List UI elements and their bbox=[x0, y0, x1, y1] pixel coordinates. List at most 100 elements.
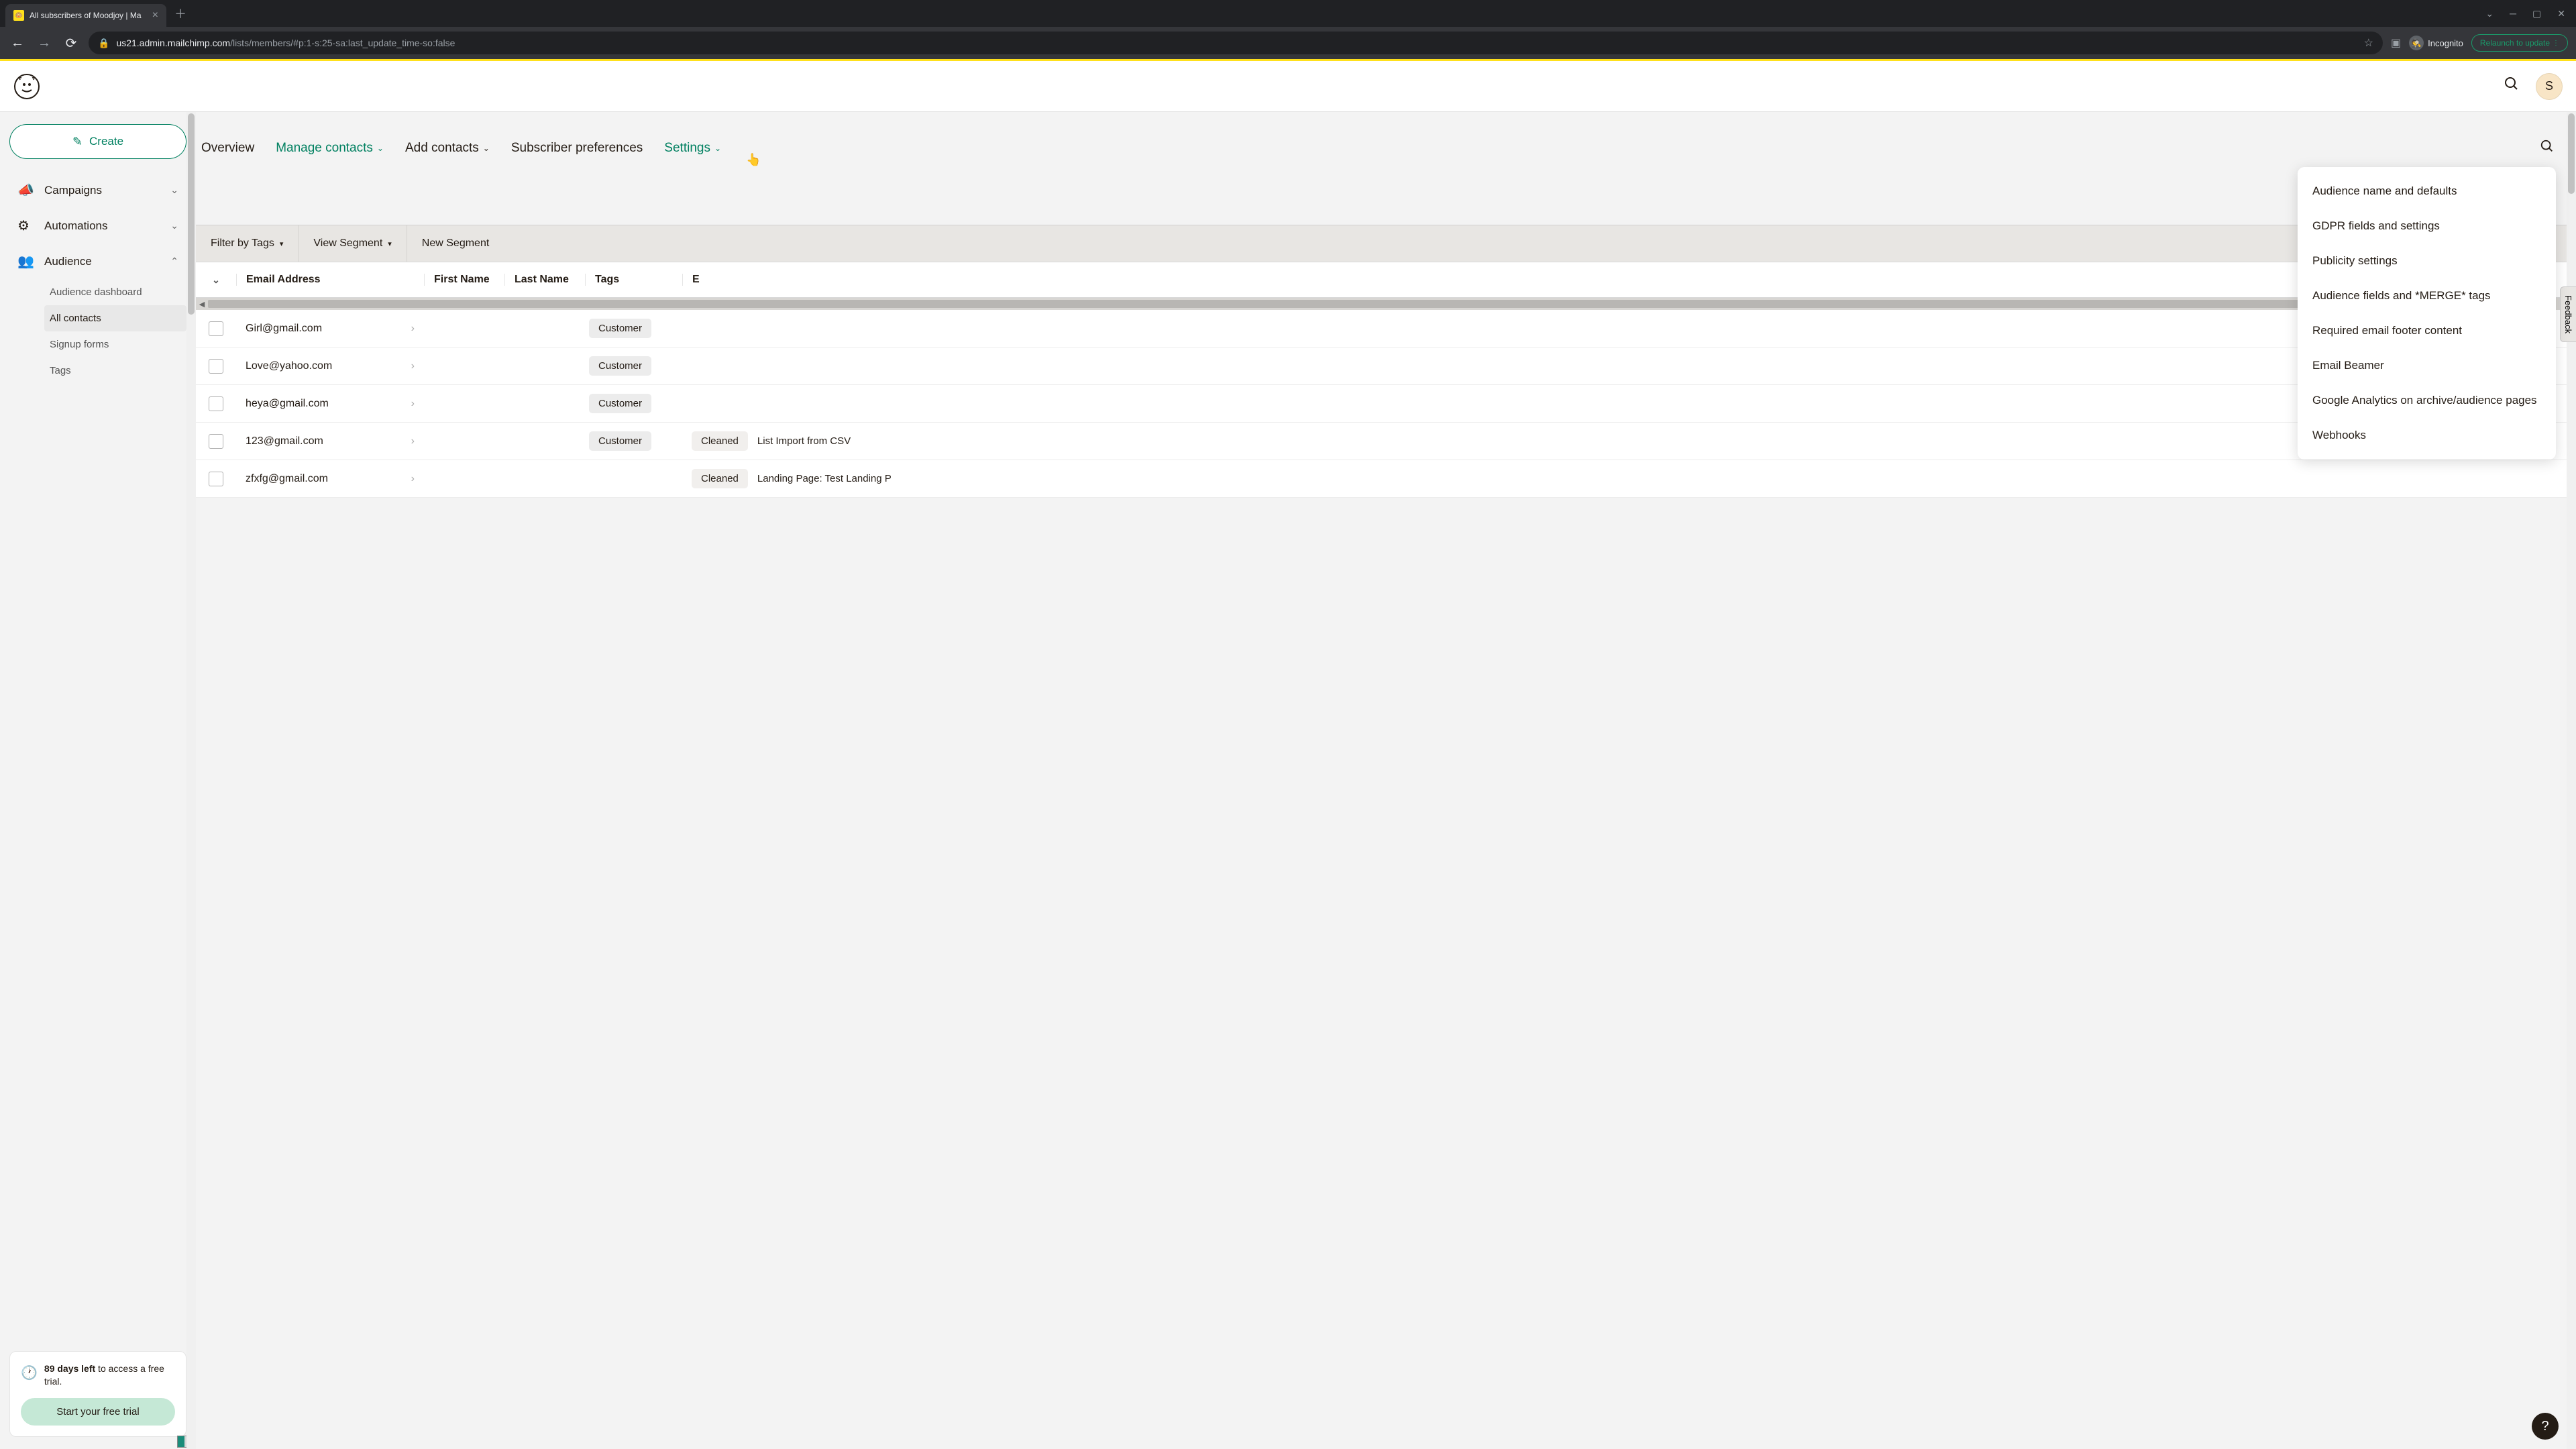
dropdown-analytics[interactable]: Google Analytics on archive/audience pag… bbox=[2298, 383, 2556, 418]
column-e[interactable]: E bbox=[682, 274, 696, 286]
pencil-icon: ✎ bbox=[72, 135, 83, 149]
filter-bar: Filter by Tags ▾ View Segment ▾ New Segm… bbox=[196, 225, 2576, 262]
tab-add-contacts[interactable]: Add contacts ⌄ bbox=[405, 141, 490, 156]
chevron-down-icon: ⌄ bbox=[170, 220, 178, 231]
table-row[interactable]: 123@gmail.com›CustomerCleanedList Import… bbox=[196, 423, 2576, 460]
tag-pill: Customer bbox=[589, 356, 651, 376]
chevron-right-icon[interactable]: › bbox=[411, 360, 415, 372]
dropdown-gdpr[interactable]: GDPR fields and settings bbox=[2298, 209, 2556, 244]
column-first-name[interactable]: First Name bbox=[424, 274, 504, 286]
relaunch-button[interactable]: Relaunch to update ⋮ bbox=[2471, 34, 2568, 52]
url-text: us21.admin.mailchimp.com/lists/members/#… bbox=[116, 38, 455, 48]
main-content: Overview Manage contacts ⌄ Add contacts … bbox=[196, 112, 2576, 1449]
settings-dropdown: Audience name and defaults GDPR fields a… bbox=[2298, 167, 2556, 460]
audience-subnav: Audience dashboard All contacts Signup f… bbox=[9, 279, 186, 384]
column-email[interactable]: Email Address bbox=[236, 274, 424, 286]
row-email-text: 123@gmail.com bbox=[246, 435, 323, 447]
scrollbar-thumb[interactable] bbox=[208, 300, 2308, 308]
tag-pill: Customer bbox=[589, 394, 651, 413]
dropdown-publicity[interactable]: Publicity settings bbox=[2298, 244, 2556, 278]
lock-icon: 🔒 bbox=[98, 38, 109, 49]
new-tab-button[interactable]: ＋ bbox=[174, 5, 186, 22]
back-button[interactable]: ← bbox=[8, 36, 27, 51]
maximize-icon[interactable]: ▢ bbox=[2532, 8, 2541, 19]
search-icon[interactable] bbox=[2540, 139, 2555, 158]
dropdown-merge-tags[interactable]: Audience fields and *MERGE* tags bbox=[2298, 278, 2556, 313]
table-row[interactable]: Love@yahoo.com › Customer bbox=[196, 347, 2576, 385]
sidebar-item-label: Audience bbox=[44, 255, 92, 268]
tab-manage-contacts[interactable]: Manage contacts ⌄ bbox=[276, 141, 384, 156]
row-checkbox[interactable] bbox=[209, 434, 223, 449]
row-email-text: Girl@gmail.com bbox=[246, 323, 322, 335]
table-row[interactable]: zfxfg@gmail.com›CleanedLanding Page: Tes… bbox=[196, 460, 2576, 498]
row-checkbox[interactable] bbox=[209, 472, 223, 486]
scroll-left-icon[interactable]: ◀ bbox=[196, 300, 208, 309]
new-segment-button[interactable]: New Segment bbox=[407, 225, 504, 262]
chevron-down-icon: ⌄ bbox=[483, 144, 490, 153]
dropdown-footer[interactable]: Required email footer content bbox=[2298, 313, 2556, 348]
search-icon[interactable] bbox=[2504, 76, 2520, 97]
subnav-tags[interactable]: Tags bbox=[44, 358, 186, 384]
bookmark-star-icon[interactable]: ☆ bbox=[2364, 36, 2373, 50]
extensions-icon[interactable]: ▣ bbox=[2391, 36, 2401, 50]
avatar[interactable]: S bbox=[2536, 73, 2563, 100]
url-bar[interactable]: 🔒 us21.admin.mailchimp.com/lists/members… bbox=[89, 32, 2383, 54]
reload-button[interactable]: ⟳ bbox=[62, 35, 80, 52]
close-tab-icon[interactable]: × bbox=[152, 9, 158, 21]
column-last-name[interactable]: Last Name bbox=[504, 274, 585, 286]
incognito-icon: 🕵 bbox=[2409, 36, 2424, 50]
subnav-signup-forms[interactable]: Signup forms bbox=[44, 331, 186, 358]
trial-text: 89 days left to access a free trial. bbox=[44, 1362, 175, 1389]
sidebar-scrollbar[interactable] bbox=[186, 112, 196, 1449]
trial-promo-box: 🕐 89 days left to access a free trial. S… bbox=[9, 1351, 186, 1437]
subnav-all-contacts[interactable]: All contacts bbox=[44, 305, 186, 331]
chevron-right-icon[interactable]: › bbox=[411, 398, 415, 410]
megaphone-icon: 📣 bbox=[17, 182, 35, 199]
table-row[interactable]: Girl@gmail.com › Customer bbox=[196, 310, 2576, 347]
sidebar-item-audience[interactable]: 👥 Audience ⌃ bbox=[9, 244, 186, 279]
scrollbar-thumb[interactable] bbox=[188, 113, 195, 315]
horizontal-scrollbar[interactable]: ◀ bbox=[196, 298, 2576, 310]
row-extra-text: List Import from CSV bbox=[757, 435, 851, 447]
browser-tab[interactable]: 🐵 All subscribers of Moodjoy | Ma × bbox=[5, 4, 166, 27]
dropdown-webhooks[interactable]: Webhooks bbox=[2298, 418, 2556, 453]
minimize-icon[interactable]: ─ bbox=[2510, 8, 2516, 19]
feedback-tab[interactable]: Feedback bbox=[2560, 286, 2576, 342]
sidebar-item-automations[interactable]: ⚙ Automations ⌄ bbox=[9, 208, 186, 244]
view-segment-button[interactable]: View Segment ▾ bbox=[299, 225, 407, 262]
sidebar-item-campaigns[interactable]: 📣 Campaigns ⌄ bbox=[9, 172, 186, 208]
tag-pill: Customer bbox=[589, 319, 651, 338]
tab-subscriber-preferences[interactable]: Subscriber preferences bbox=[511, 141, 643, 156]
forward-button[interactable]: → bbox=[35, 36, 54, 51]
chevron-right-icon[interactable]: › bbox=[411, 435, 415, 447]
browser-toolbar: ← → ⟳ 🔒 us21.admin.mailchimp.com/lists/m… bbox=[0, 27, 2576, 59]
row-checkbox[interactable] bbox=[209, 396, 223, 411]
automation-icon: ⚙ bbox=[17, 217, 35, 234]
column-tags[interactable]: Tags bbox=[585, 274, 682, 286]
tab-search-icon[interactable]: ⌄ bbox=[2485, 8, 2493, 19]
scrollbar-thumb[interactable] bbox=[2568, 113, 2575, 194]
dropdown-audience-defaults[interactable]: Audience name and defaults bbox=[2298, 174, 2556, 209]
row-checkbox[interactable] bbox=[209, 321, 223, 336]
tab-overview[interactable]: Overview bbox=[201, 141, 254, 156]
tab-settings[interactable]: Settings ⌄ bbox=[664, 141, 721, 156]
close-window-icon[interactable]: ✕ bbox=[2557, 8, 2565, 19]
mailchimp-logo[interactable] bbox=[13, 73, 40, 100]
chevron-right-icon[interactable]: › bbox=[411, 473, 415, 485]
row-checkbox[interactable] bbox=[209, 359, 223, 374]
chevron-down-icon: ▾ bbox=[280, 239, 284, 248]
create-button[interactable]: ✎ Create bbox=[9, 124, 186, 159]
help-button[interactable]: ? bbox=[2532, 1413, 2559, 1440]
tag-pill: Customer bbox=[589, 431, 651, 451]
filter-by-tags-button[interactable]: Filter by Tags ▾ bbox=[196, 225, 299, 262]
page-tabs: Overview Manage contacts ⌄ Add contacts … bbox=[196, 125, 2576, 171]
subnav-audience-dashboard[interactable]: Audience dashboard bbox=[44, 279, 186, 305]
sidebar: ✎ Create 📣 Campaigns ⌄ ⚙ Automations ⌄ 👥… bbox=[0, 112, 196, 1449]
chevron-right-icon[interactable]: › bbox=[411, 323, 415, 335]
dropdown-beamer[interactable]: Email Beamer bbox=[2298, 348, 2556, 383]
start-trial-button[interactable]: Start your free trial bbox=[21, 1398, 175, 1426]
table-row[interactable]: heya@gmail.com›Customer bbox=[196, 385, 2576, 423]
row-email-text: zfxfg@gmail.com bbox=[246, 473, 328, 485]
row-email-text: Love@yahoo.com bbox=[246, 360, 332, 372]
expand-all-icon[interactable]: ⌄ bbox=[212, 274, 220, 286]
